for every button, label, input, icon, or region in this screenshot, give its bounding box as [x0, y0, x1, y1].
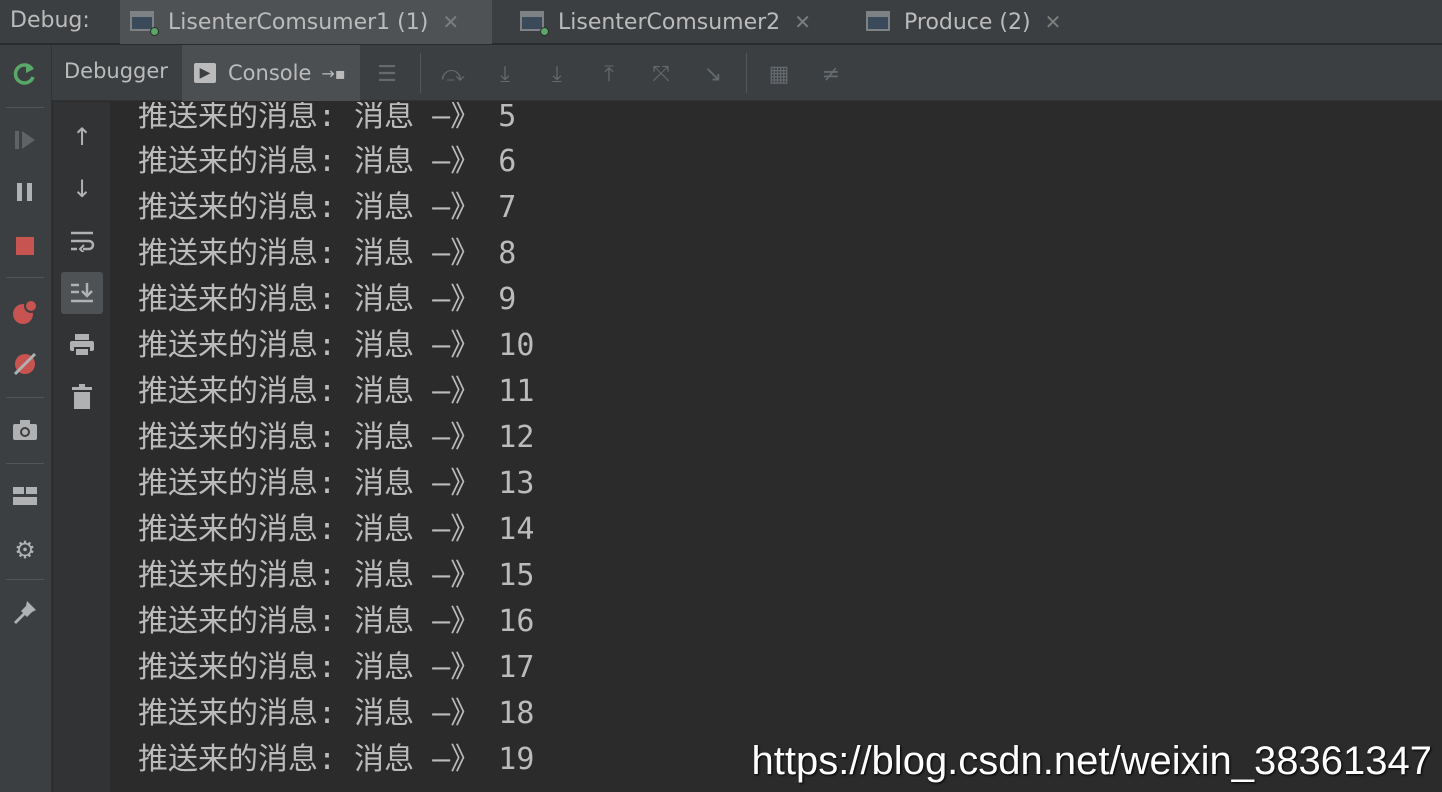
view-breakpoints-icon[interactable]	[8, 295, 42, 329]
soft-wrap-icon[interactable]	[61, 220, 103, 262]
print-icon[interactable]	[61, 324, 103, 366]
debug-side-toolbar: ⚙	[0, 45, 52, 792]
run-config-icon	[130, 11, 159, 36]
console-line: 推送来的消息: 消息 —》 18	[138, 696, 535, 731]
layout-icon[interactable]	[8, 479, 42, 513]
console-line: 推送来的消息: 消息 —》 5	[138, 102, 517, 134]
run-config-icon	[520, 11, 549, 36]
console-icon: ▶	[194, 63, 216, 83]
gear-icon[interactable]: ⚙	[8, 533, 42, 567]
watermark-url: https://blog.csdn.net/weixin_38361347	[751, 739, 1433, 783]
console-line: 推送来的消息: 消息 —》 16	[138, 604, 535, 639]
scroll-to-end-icon[interactable]	[61, 272, 103, 314]
console-line: 推送来的消息: 消息 —》 19	[138, 742, 535, 777]
run-config-icon	[866, 11, 892, 33]
trace-current-stream-icon[interactable]: ≠	[814, 57, 848, 91]
console-line: 推送来的消息: 消息 —》 10	[138, 328, 535, 363]
tab-debugger[interactable]: Debugger	[64, 59, 168, 83]
drop-frame-icon[interactable]: ⤧	[644, 57, 678, 91]
stop-icon[interactable]	[8, 229, 42, 263]
trash-icon[interactable]	[61, 376, 103, 418]
resume-icon[interactable]	[8, 123, 42, 157]
debugger-toolbar: Debugger ▶ Console →▪ ☰ ⤼ ⤓ ⤓ ⤒ ⤧ ↘ ▦ ≠	[52, 45, 1442, 101]
pin-tab-icon[interactable]: →▪	[321, 64, 345, 83]
force-step-into-icon[interactable]: ⤓	[540, 57, 574, 91]
up-arrow-icon[interactable]: ↑	[61, 116, 103, 158]
close-icon[interactable]: ✕	[794, 10, 811, 34]
debug-tab-bar: Debug: LisenterComsumer1 (1) ✕ LisenterC…	[0, 0, 1442, 44]
close-icon[interactable]: ✕	[442, 10, 459, 34]
step-out-icon[interactable]: ⤒	[592, 57, 626, 91]
console-line: 推送来的消息: 消息 —》 11	[138, 374, 535, 409]
console-line: 推送来的消息: 消息 —》 9	[138, 282, 517, 317]
console-line: 推送来的消息: 消息 —》 13	[138, 466, 535, 501]
evaluate-expression-icon[interactable]: ▦	[762, 57, 796, 91]
run-to-cursor-icon[interactable]: ↘	[696, 57, 730, 91]
pause-icon[interactable]	[8, 175, 42, 209]
show-execution-point-icon[interactable]: ☰	[370, 57, 404, 91]
tab-console[interactable]: ▶ Console →▪	[182, 45, 360, 101]
mute-breakpoints-icon[interactable]	[8, 347, 42, 381]
console-line: 推送来的消息: 消息 —》 15	[138, 558, 535, 593]
debug-label: Debug:	[10, 8, 90, 33]
camera-icon[interactable]	[8, 413, 42, 447]
step-into-icon[interactable]: ⤓	[488, 57, 522, 91]
console-tab-label: Console	[228, 61, 312, 85]
down-arrow-icon[interactable]: ↓	[61, 168, 103, 210]
console-line: 推送来的消息: 消息 —》 8	[138, 236, 517, 271]
close-icon[interactable]: ✕	[1045, 10, 1062, 34]
console-line: 推送来的消息: 消息 —》 12	[138, 420, 535, 455]
console-line: 推送来的消息: 消息 —》 7	[138, 190, 517, 225]
console-gutter-toolbar: ↑ ↓	[53, 102, 111, 792]
step-over-icon[interactable]: ⤼	[436, 57, 470, 91]
tab-produce[interactable]: Produce (2) ✕	[856, 0, 1086, 44]
tab-lisentercomsumer2[interactable]: LisenterComsumer2 ✕	[510, 0, 840, 44]
pin-icon[interactable]	[8, 595, 42, 629]
console-line: 推送来的消息: 消息 —》 6	[138, 144, 517, 179]
console-line: 推送来的消息: 消息 —》 14	[138, 512, 535, 547]
console-output[interactable]: 推送来的消息: 消息 —》 5 推送来的消息: 消息 —》 6 推送来的消息: …	[112, 102, 1442, 792]
tab-label: LisenterComsumer2	[558, 9, 781, 35]
console-line: 推送来的消息: 消息 —》 17	[138, 650, 535, 685]
tab-label: Produce (2)	[904, 9, 1031, 35]
tab-label: LisenterComsumer1 (1)	[168, 9, 429, 35]
tab-lisentercomsumer1[interactable]: LisenterComsumer1 (1) ✕	[120, 0, 492, 44]
rerun-icon[interactable]	[8, 57, 42, 91]
